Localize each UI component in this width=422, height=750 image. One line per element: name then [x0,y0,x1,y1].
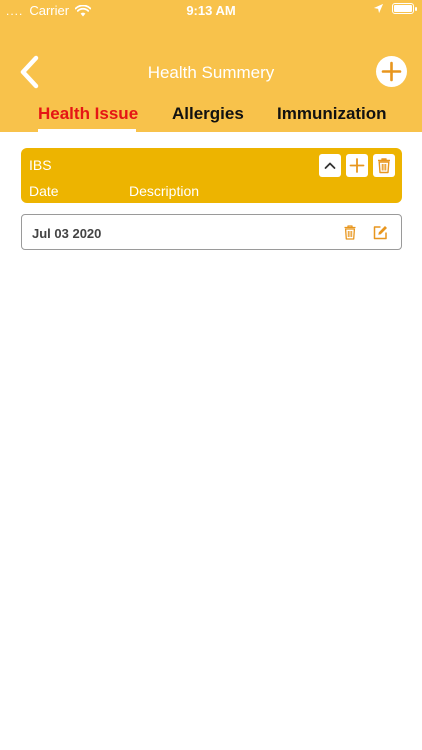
add-entry-button[interactable] [346,154,368,177]
add-health-record-button[interactable] [376,56,407,87]
tab-bar: Health Issue Allergies Immunization [0,104,422,132]
collapse-button[interactable] [319,154,341,177]
entry-date: Jul 03 2020 [32,226,102,241]
plus-icon [381,61,402,82]
page-title: Health Summery [147,63,275,82]
plus-icon [349,158,365,173]
column-header-date: Date [29,183,59,199]
app-header: .... Carrier 9:13 AM Health Summery Heal… [0,0,422,132]
chevron-up-icon [324,162,336,169]
trash-icon [344,225,356,240]
health-issue-card: IBS Date Description [21,148,402,203]
issue-name: IBS [29,157,52,173]
status-bar: .... Carrier 9:13 AM [0,0,422,22]
tab-allergies[interactable]: Allergies [172,104,244,124]
tab-health-issue[interactable]: Health Issue [38,104,138,124]
tab-immunization[interactable]: Immunization [277,104,387,124]
list-item: Jul 03 2020 [21,214,402,250]
battery-icon [392,3,417,14]
edit-icon [373,226,387,240]
trash-icon [378,158,390,174]
column-header-description: Description [129,183,200,199]
active-tab-indicator [38,129,136,132]
location-arrow-icon [373,3,384,14]
delete-entry-button[interactable] [342,224,358,241]
status-time: 9:13 AM [186,3,236,18]
status-right [373,3,417,14]
edit-entry-button[interactable] [372,224,388,241]
delete-issue-button[interactable] [373,154,395,177]
